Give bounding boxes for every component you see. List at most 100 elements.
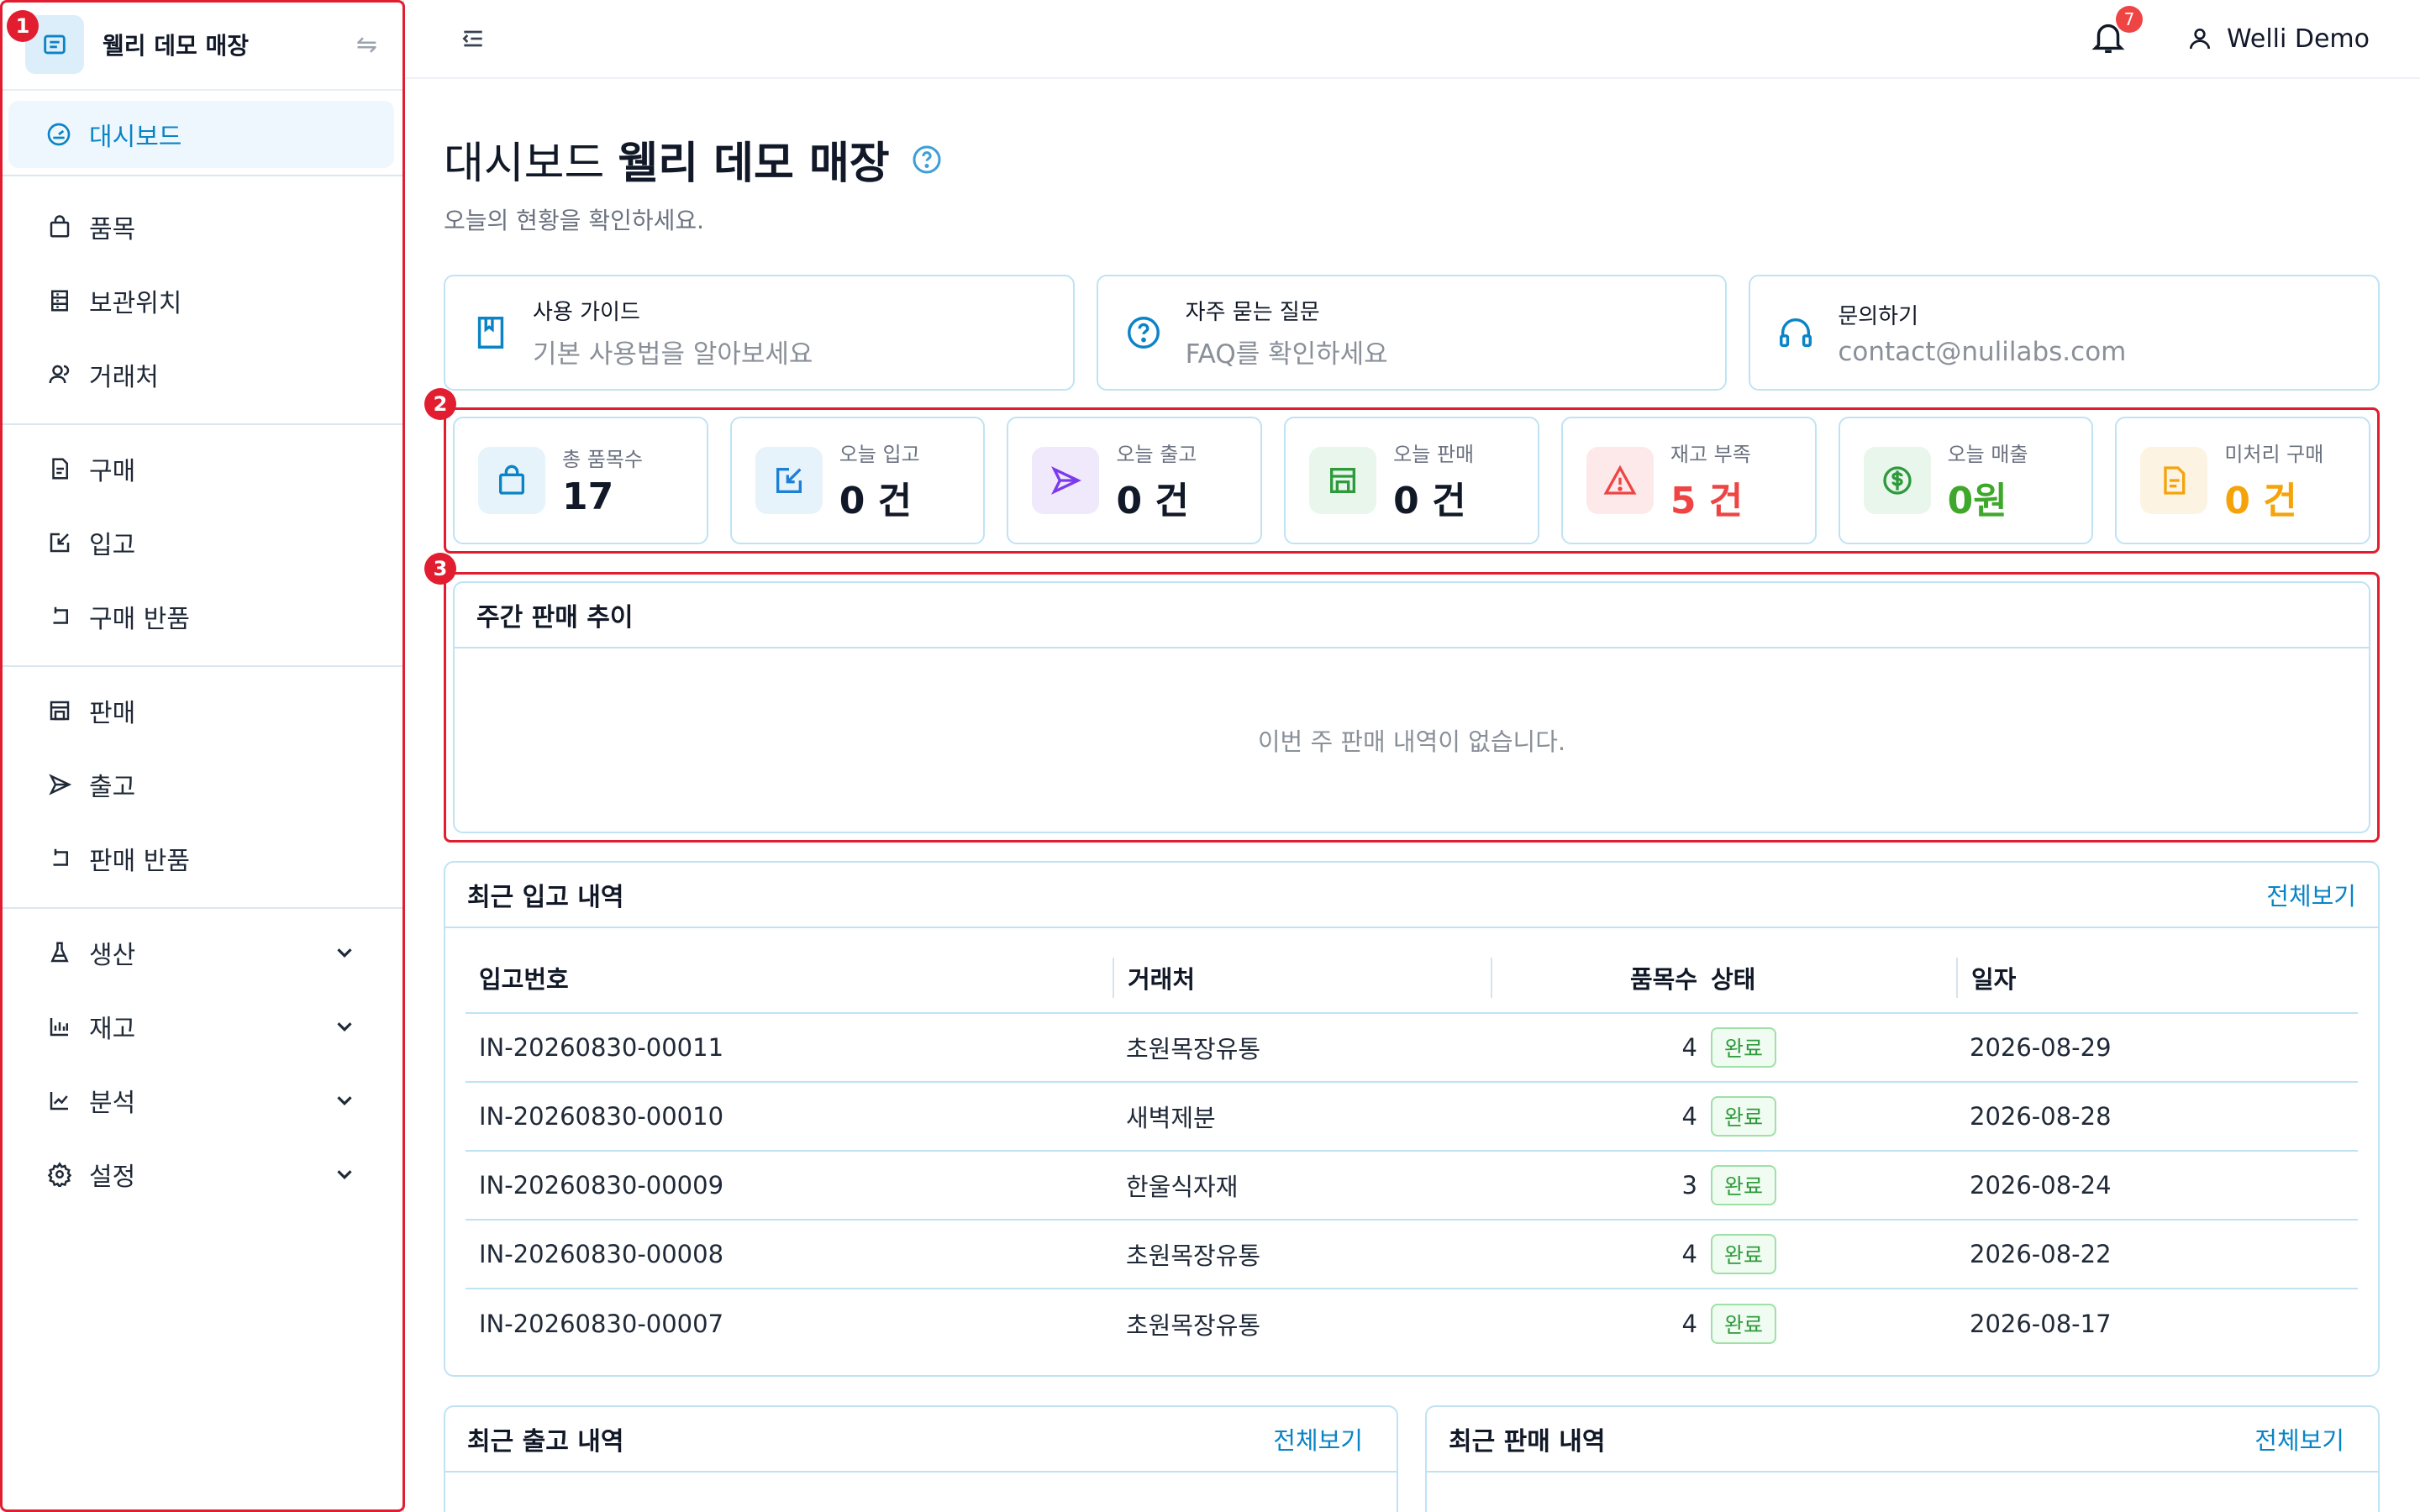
sidebar-item-label: 보관위치 — [89, 289, 182, 318]
panel-header: 최근 입고 내역 전체보기 — [445, 863, 2378, 928]
col-header[interactable]: 품목수 — [1491, 958, 1711, 998]
contact-card[interactable]: 문의하기 contact@nulilabs.com — [1749, 275, 2381, 391]
stat-card-today-revenue[interactable]: 오늘 매출 0원 — [1838, 417, 2094, 544]
store-icon — [1309, 447, 1377, 514]
stat-label: 오늘 매출 — [1947, 442, 2028, 466]
table-row[interactable]: IN-20260830-00011 초원목장유통 4 완료 2026-08-29 — [466, 1014, 2358, 1083]
sidebar-item-sales[interactable]: 판매 — [0, 674, 402, 748]
sidebar-item-label: 구매 — [89, 457, 136, 486]
stat-card-total-items[interactable]: 총 품목수 17 — [453, 417, 708, 544]
sidebar-item-locations[interactable]: 보관위치 — [0, 264, 402, 338]
cell-receipt-no: IN-20260830-00010 — [479, 1102, 724, 1131]
panel-header: 최근 출고 내역 전체보기 — [445, 1407, 1397, 1473]
panel-title: 최근 판매 내역 — [1449, 1427, 1606, 1457]
table-row[interactable]: IN-20260830-00010 새벽제분 4 완료 2026-08-28 — [466, 1083, 2358, 1152]
status-badge: 완료 — [1711, 1165, 1777, 1205]
sidebar-item-receiving[interactable]: 입고 — [0, 506, 402, 580]
return-icon — [45, 602, 74, 631]
empty-state: 이번 주 판매 내역이 없습니다. — [1257, 727, 1566, 756]
cell-count: 4 — [1681, 1102, 1697, 1131]
info-card-desc: FAQ를 확인하세요 — [1185, 339, 1388, 370]
stat-label: 총 품목수 — [562, 448, 643, 471]
stat-card-today-sales[interactable]: 오늘 판매 0 건 — [1284, 417, 1539, 544]
col-header[interactable]: 입고번호 — [466, 960, 1113, 995]
main-content: 대시보드 웰리 데모 매장 오늘의 현황을 확인하세요. 사용 가이드 기본 사용… — [424, 79, 2381, 1512]
cell-date: 2026-08-17 — [1970, 1310, 2112, 1338]
stat-card-pending-purchase[interactable]: 미처리 구매 0 건 — [2115, 417, 2371, 544]
cell-date: 2026-08-24 — [1970, 1171, 2112, 1200]
faq-card[interactable]: 자주 묻는 질문 FAQ를 확인하세요 — [1096, 275, 1728, 391]
info-card-title: 문의하기 — [1838, 303, 1919, 329]
sidebar-item-sales-return[interactable]: 판매 반품 — [0, 822, 402, 895]
stat-value: 0 건 — [839, 479, 913, 522]
sidebar-item-purchase[interactable]: 구매 — [0, 432, 402, 506]
chevron-down-icon[interactable] — [332, 940, 357, 965]
col-header[interactable]: 거래처 — [1113, 958, 1491, 998]
sidebar-header: 웰리 데모 매장 ⇋ — [0, 0, 402, 91]
store-icon — [45, 696, 74, 725]
cell-status: 완료 — [1711, 1165, 1956, 1205]
stat-label: 오늘 입고 — [839, 442, 920, 466]
sidebar-item-purchase-return[interactable]: 구매 반품 — [0, 580, 402, 654]
weekly-sales-section: 3 주간 판매 추이 이번 주 판매 내역이 없습니다. — [424, 553, 2380, 843]
sidebar-item-shipping[interactable]: 출고 — [0, 748, 402, 822]
table-row[interactable]: IN-20260830-00008 초원목장유통 4 완료 2026-08-22 — [466, 1221, 2358, 1289]
store-name: 웰리 데모 매장 — [103, 32, 250, 60]
stat-card-today-shipping[interactable]: 오늘 출고 0 건 — [1007, 417, 1263, 544]
document-icon — [45, 454, 74, 483]
view-all-link[interactable]: 전체보기 — [2266, 877, 2356, 912]
table-row[interactable]: IN-20260830-00009 한울식자재 3 완료 2026-08-24 — [466, 1152, 2358, 1221]
menu-toggle-icon[interactable] — [456, 22, 490, 55]
view-all-link[interactable]: 전체보기 — [2254, 1421, 2344, 1457]
col-header[interactable]: 상태 — [1711, 958, 1956, 998]
doc-icon — [2140, 447, 2208, 514]
sidebar-item-settings[interactable]: 설정 — [0, 1137, 402, 1211]
dollar-icon — [1863, 447, 1931, 514]
users-icon — [45, 360, 74, 389]
cell-date: 2026-08-22 — [1970, 1240, 2112, 1268]
sidebar-item-dashboard[interactable]: 대시보드 — [8, 101, 394, 168]
sidebar-item-items[interactable]: 품목 — [0, 190, 402, 264]
topbar: 7 Welli Demo — [406, 0, 2420, 79]
switch-store-icon[interactable]: ⇋ — [356, 30, 377, 60]
info-card-desc: 기본 사용법을 알아보세요 — [533, 339, 813, 370]
sidebar-item-analytics[interactable]: 분석 — [0, 1063, 402, 1137]
table-row[interactable]: IN-20260830-00007 초원목장유통 4 완료 2026-08-17 — [466, 1289, 2358, 1358]
send-icon — [1032, 447, 1100, 514]
chevron-down-icon[interactable] — [332, 1088, 357, 1113]
sidebar-item-label: 거래처 — [89, 363, 159, 392]
stat-value: 0 건 — [1393, 479, 1466, 522]
sidebar-item-vendors[interactable]: 거래처 — [0, 338, 402, 412]
cell-vendor: 초원목장유통 — [1126, 1311, 1261, 1340]
user-menu[interactable]: Welli Demo — [2186, 24, 2370, 54]
nav-group-purchase: 구매 입고 구매 반품 — [0, 425, 402, 667]
recent-receiving-panel: 최근 입고 내역 전체보기 입고번호 거래처 품목수 상태 일자 IN-2026… — [444, 861, 2380, 1377]
sidebar-item-label: 품목 — [89, 215, 136, 244]
stat-card-today-receiving[interactable]: 오늘 입고 0 건 — [729, 417, 986, 544]
view-all-link[interactable]: 전체보기 — [1273, 1421, 1363, 1457]
stat-card-low-stock[interactable]: 재고 부족 5 건 — [1560, 417, 1817, 544]
cell-count: 4 — [1681, 1033, 1697, 1062]
nav-group-more: 생산 재고 분석 설정 — [0, 909, 402, 1211]
stats-section: 2 총 품목수 17 오늘 입고 0 건 오늘 출고 0 건 오늘 판매 0 건 재고 … — [424, 388, 2380, 554]
stat-value: 5 건 — [1670, 479, 1744, 522]
sidebar-item-production[interactable]: 생산 — [0, 916, 402, 990]
guide-card[interactable]: 사용 가이드 기본 사용법을 알아보세요 — [444, 275, 1075, 391]
chevron-down-icon[interactable] — [332, 1162, 357, 1187]
gauge-icon — [45, 120, 74, 149]
chevron-down-icon[interactable] — [332, 1014, 357, 1039]
table-header: 입고번호 거래처 품목수 상태 일자 — [466, 943, 2358, 1014]
col-header[interactable]: 일자 — [1956, 958, 2358, 998]
page-title-store: 웰리 데모 매장 — [618, 139, 890, 189]
recent-sales-panel: 최근 판매 내역 전체보기 — [1425, 1405, 2380, 1512]
sidebar-item-inventory[interactable]: 재고 — [0, 990, 402, 1063]
help-icon[interactable] — [910, 143, 944, 176]
receiving-table: 입고번호 거래처 품목수 상태 일자 IN-20260830-00011 초원목… — [445, 928, 2378, 1375]
panel-header: 주간 판매 추이 — [455, 583, 2369, 648]
annotation-marker-2: 2 — [424, 388, 456, 420]
stats-row: 총 품목수 17 오늘 입고 0 건 오늘 출고 0 건 오늘 판매 0 건 재고 부족… — [453, 417, 2371, 544]
recent-shipping-panel: 최근 출고 내역 전체보기 — [444, 1405, 1398, 1512]
stat-value: 0원 — [1947, 479, 2007, 522]
sidebar-item-label: 재고 — [89, 1015, 136, 1044]
notification-bell-icon[interactable]: 7 — [2089, 6, 2143, 60]
